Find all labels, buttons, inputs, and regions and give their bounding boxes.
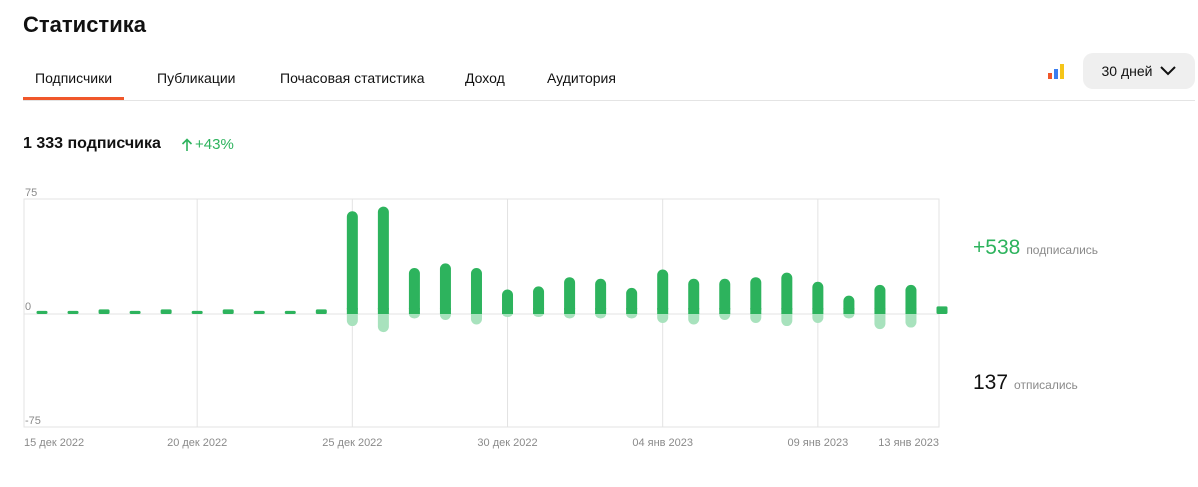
- subscribed-bar: [160, 309, 172, 314]
- unsubscribed-label: отписались: [1014, 378, 1078, 392]
- subscribed-bar-base: [905, 308, 917, 314]
- subscribed-bar-base: [688, 308, 700, 314]
- subscribed-bar: [936, 306, 948, 314]
- subscribed-label: подписались: [1026, 243, 1099, 257]
- y-tick-label: 75: [25, 187, 37, 199]
- subscribed-bar-base: [470, 308, 482, 314]
- subscribed-bar: [346, 211, 358, 314]
- subscribed-bar: [439, 263, 451, 314]
- x-tick-label: 30 дек 2022: [477, 437, 537, 449]
- subscribed-bar: [470, 268, 482, 314]
- subscribed-bar-base: [502, 308, 514, 314]
- y-tick-label: 0: [25, 301, 31, 313]
- subscribed-bar-base: [408, 308, 420, 314]
- subscribed-bar-base: [564, 308, 576, 314]
- x-tick-label: 13 янв 2023: [878, 437, 939, 449]
- x-tick-label: 09 янв 2023: [788, 437, 849, 449]
- subscribed-bar-base: [843, 308, 855, 314]
- x-tick-label: 15 дек 2022: [24, 437, 84, 449]
- subscribed-bar: [377, 206, 389, 314]
- unsubscribed-summary: 137 отписались: [973, 371, 1078, 395]
- subscribed-bar-base: [377, 308, 389, 314]
- subscribed-bar-base: [595, 308, 607, 314]
- x-tick-label: 04 янв 2023: [632, 437, 693, 449]
- subscribed-bar: [657, 269, 669, 314]
- subscribed-bar: [408, 268, 420, 314]
- subscribed-bar-base: [781, 308, 793, 314]
- subscribed-bar: [222, 309, 234, 314]
- subscribed-bar-base: [874, 308, 886, 314]
- subscribed-value: +538: [973, 236, 1021, 259]
- x-tick-label: 25 дек 2022: [322, 437, 382, 449]
- subscribed-bar: [253, 310, 265, 314]
- subscribed-bar: [315, 309, 327, 314]
- subscribed-bar: [781, 272, 793, 314]
- subscribed-bar-base: [533, 308, 545, 314]
- subscribed-bar-base: [812, 308, 824, 314]
- unsubscribed-value: 137: [973, 371, 1009, 394]
- subscribed-bar-base: [719, 308, 731, 314]
- subscribed-bar: [284, 310, 296, 314]
- x-tick-label: 20 дек 2022: [167, 437, 227, 449]
- subscribed-summary: +538 подписались: [973, 236, 1098, 260]
- subscribed-bar-base: [657, 308, 669, 314]
- subscribed-bar: [98, 309, 110, 314]
- subscribed-bar-base: [626, 308, 638, 314]
- subscribed-bar: [191, 310, 203, 314]
- subscribed-bar: [129, 310, 141, 314]
- subscribed-bar-base: [750, 308, 762, 314]
- subscribed-bar: [36, 310, 48, 314]
- subscribed-bar: [67, 310, 79, 314]
- subscribed-bar-base: [346, 308, 358, 314]
- subscribed-bar-base: [439, 308, 451, 314]
- y-tick-label: -75: [25, 415, 41, 427]
